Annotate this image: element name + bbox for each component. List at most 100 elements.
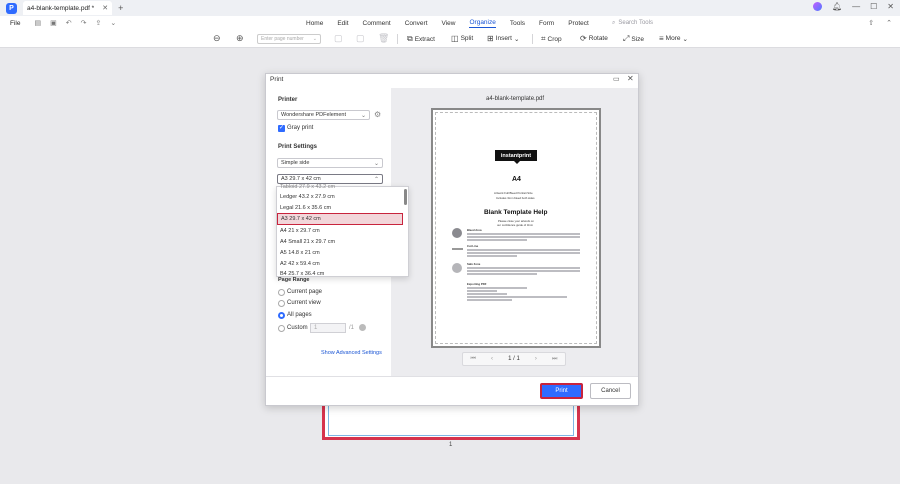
app-logo-icon: P [6, 2, 17, 14]
chevron-down-icon: ⌄ [360, 112, 366, 119]
preview-text-line [467, 252, 580, 254]
crop-button[interactable]: ⌗ Crop [541, 34, 562, 44]
save-icon[interactable]: ▣ [50, 19, 57, 27]
search-tools[interactable]: ⌕ Search Tools [612, 16, 653, 30]
custom-range-input[interactable]: 1 [310, 323, 346, 333]
prev-page-icon[interactable]: ‹ [491, 356, 493, 362]
paper-size-option[interactable]: A4 Small 21 x 29.7 cm [280, 239, 335, 245]
close-icon[interactable]: ✕ [627, 74, 634, 83]
zoom-out-icon[interactable]: ⊖ [213, 33, 221, 44]
avatar[interactable] [812, 2, 822, 11]
preview-file-name: a4-blank-template.pdf [486, 96, 545, 102]
printer-select[interactable]: Wondershare PDFelement ⌄ [277, 110, 370, 120]
preview-format: A4 [512, 176, 521, 183]
paper-size-option[interactable]: Tabloid 27.9 x 43.2 cm [280, 184, 335, 190]
page-number-input[interactable]: Enter page number ⌄ [257, 34, 321, 44]
tab-bar: P a4-blank-template.pdf * ✕ + [0, 0, 900, 16]
paper-size-option[interactable]: A5 14.8 x 21 cm [280, 250, 320, 256]
printer-properties-icon[interactable]: ⚙︎ [374, 110, 381, 119]
extract-button[interactable]: ⧉ Extract [407, 34, 435, 44]
menu-comment[interactable]: Comment [363, 20, 391, 27]
paper-size-option[interactable]: A2 42 x 59.4 cm [280, 261, 320, 267]
replace-page-icon[interactable]: ▢ [356, 33, 365, 44]
more-button[interactable]: ≡ More ⌄ [659, 34, 688, 43]
preview-text-line [467, 296, 567, 298]
preview-intro: our confidence guide of 3mm [497, 223, 534, 227]
preview-pager: ⏮︎ ‹ 1 / 1 › ⏭︎ [462, 352, 566, 366]
preview-text-line [467, 299, 512, 301]
custom-range-radio[interactable] [278, 325, 285, 332]
organize-toolbar [0, 30, 900, 48]
share-icon[interactable]: ⇪ [95, 19, 101, 27]
rotate-button[interactable]: ⟳ Rotate [580, 34, 608, 43]
page-indicator: 1 / 1 [508, 356, 520, 362]
chevron-up-icon[interactable]: ⌃ [886, 19, 892, 27]
next-page-icon[interactable]: › [535, 356, 537, 362]
document-tab[interactable]: a4-blank-template.pdf * ✕ [23, 1, 113, 15]
custom-range-label: Custom [287, 325, 308, 331]
paper-size-option[interactable]: A4 21 x 29.7 cm [280, 228, 320, 234]
undo-icon[interactable]: ↶ [66, 19, 72, 27]
dropdown-scrollbar[interactable] [404, 189, 407, 205]
split-button[interactable]: ◫ Split [451, 34, 473, 43]
preview-subtitle: Includes 3mm bleed both sides [496, 196, 535, 200]
current-page-radio[interactable] [278, 289, 285, 296]
rotate-page-icon[interactable]: ▢ [334, 33, 343, 44]
sidebar-icon[interactable]: ▤ [34, 19, 41, 27]
size-button[interactable]: ⤢ Size [623, 34, 644, 44]
menu-convert[interactable]: Convert [405, 20, 428, 27]
chevron-down-icon: ⌄ [373, 160, 379, 167]
advanced-settings-link[interactable]: Show Advanced Settings [321, 350, 382, 356]
gray-print-checkbox[interactable]: ✓ [278, 125, 285, 132]
current-view-radio[interactable] [278, 300, 285, 307]
close-icon[interactable]: ✕ [102, 4, 108, 12]
last-page-icon[interactable]: ⏭︎ [552, 356, 557, 363]
menu-edit[interactable]: Edit [337, 20, 348, 27]
maximize-icon[interactable]: ▭ [613, 75, 620, 83]
paper-size-select-value: A3 29.7 x 42 cm [281, 176, 321, 182]
zoom-in-icon[interactable]: ⊕ [236, 33, 244, 44]
print-button[interactable]: Print [540, 383, 583, 399]
first-page-icon[interactable]: ⏮︎ [471, 356, 476, 363]
customize-icon[interactable]: ⌄ [110, 19, 116, 27]
maximize-icon[interactable]: ☐ [870, 2, 877, 11]
dialog-title: Print [270, 76, 284, 83]
window-controls: 🔔︎ — ☐ ✕ [812, 2, 894, 11]
paper-size-select[interactable]: A3 29.7 x 42 cm ⌃ [277, 174, 383, 184]
minimize-icon[interactable]: — [852, 2, 860, 11]
menu-protect[interactable]: Protect [568, 20, 589, 27]
insert-icon: ⊞ [487, 34, 494, 43]
sides-select[interactable]: Simple side ⌄ [277, 158, 383, 168]
paper-size-option[interactable]: Ledger 43.2 x 27.9 cm [280, 194, 335, 200]
menu-home[interactable]: Home [306, 20, 323, 27]
insert-button[interactable]: ⊞ Insert ⌄ [487, 34, 519, 43]
menu-form[interactable]: Form [539, 20, 554, 27]
rotate-label: Rotate [588, 35, 608, 42]
menu-organize[interactable]: Organize [469, 19, 496, 28]
extract-label: Extract [414, 35, 435, 43]
menu-tools[interactable]: Tools [510, 20, 525, 27]
extract-icon: ⧉ [407, 34, 413, 43]
print-settings-label: Print Settings [278, 144, 318, 150]
paper-size-option-selected[interactable]: A3 29.7 x 42 cm [281, 216, 321, 222]
preview-text-line [467, 249, 580, 251]
toolbar-divider [532, 34, 533, 44]
upload-icon[interactable]: ⇧ [868, 19, 874, 27]
custom-range-total: /1 [349, 325, 355, 331]
new-tab-icon[interactable]: + [118, 3, 123, 13]
cancel-button[interactable]: Cancel [590, 383, 631, 399]
bell-icon[interactable]: 🔔︎ [832, 2, 842, 11]
paper-size-option[interactable]: Legal 21.6 x 35.6 cm [280, 205, 331, 211]
main-menu: Home Edit Comment Convert View Organize … [306, 16, 589, 30]
file-menu[interactable]: File [10, 20, 20, 27]
sides-select-value: Simple side [281, 160, 310, 166]
menu-view[interactable]: View [442, 20, 456, 27]
delete-page-icon[interactable]: 🗑︎ [378, 33, 389, 44]
split-label: Split [460, 35, 474, 42]
redo-icon[interactable]: ↷ [81, 19, 87, 27]
preview-text-line [467, 290, 497, 292]
close-window-icon[interactable]: ✕ [887, 2, 894, 11]
preview-text-line [467, 273, 537, 275]
preview-text-line [467, 293, 507, 295]
all-pages-radio[interactable] [278, 312, 285, 319]
